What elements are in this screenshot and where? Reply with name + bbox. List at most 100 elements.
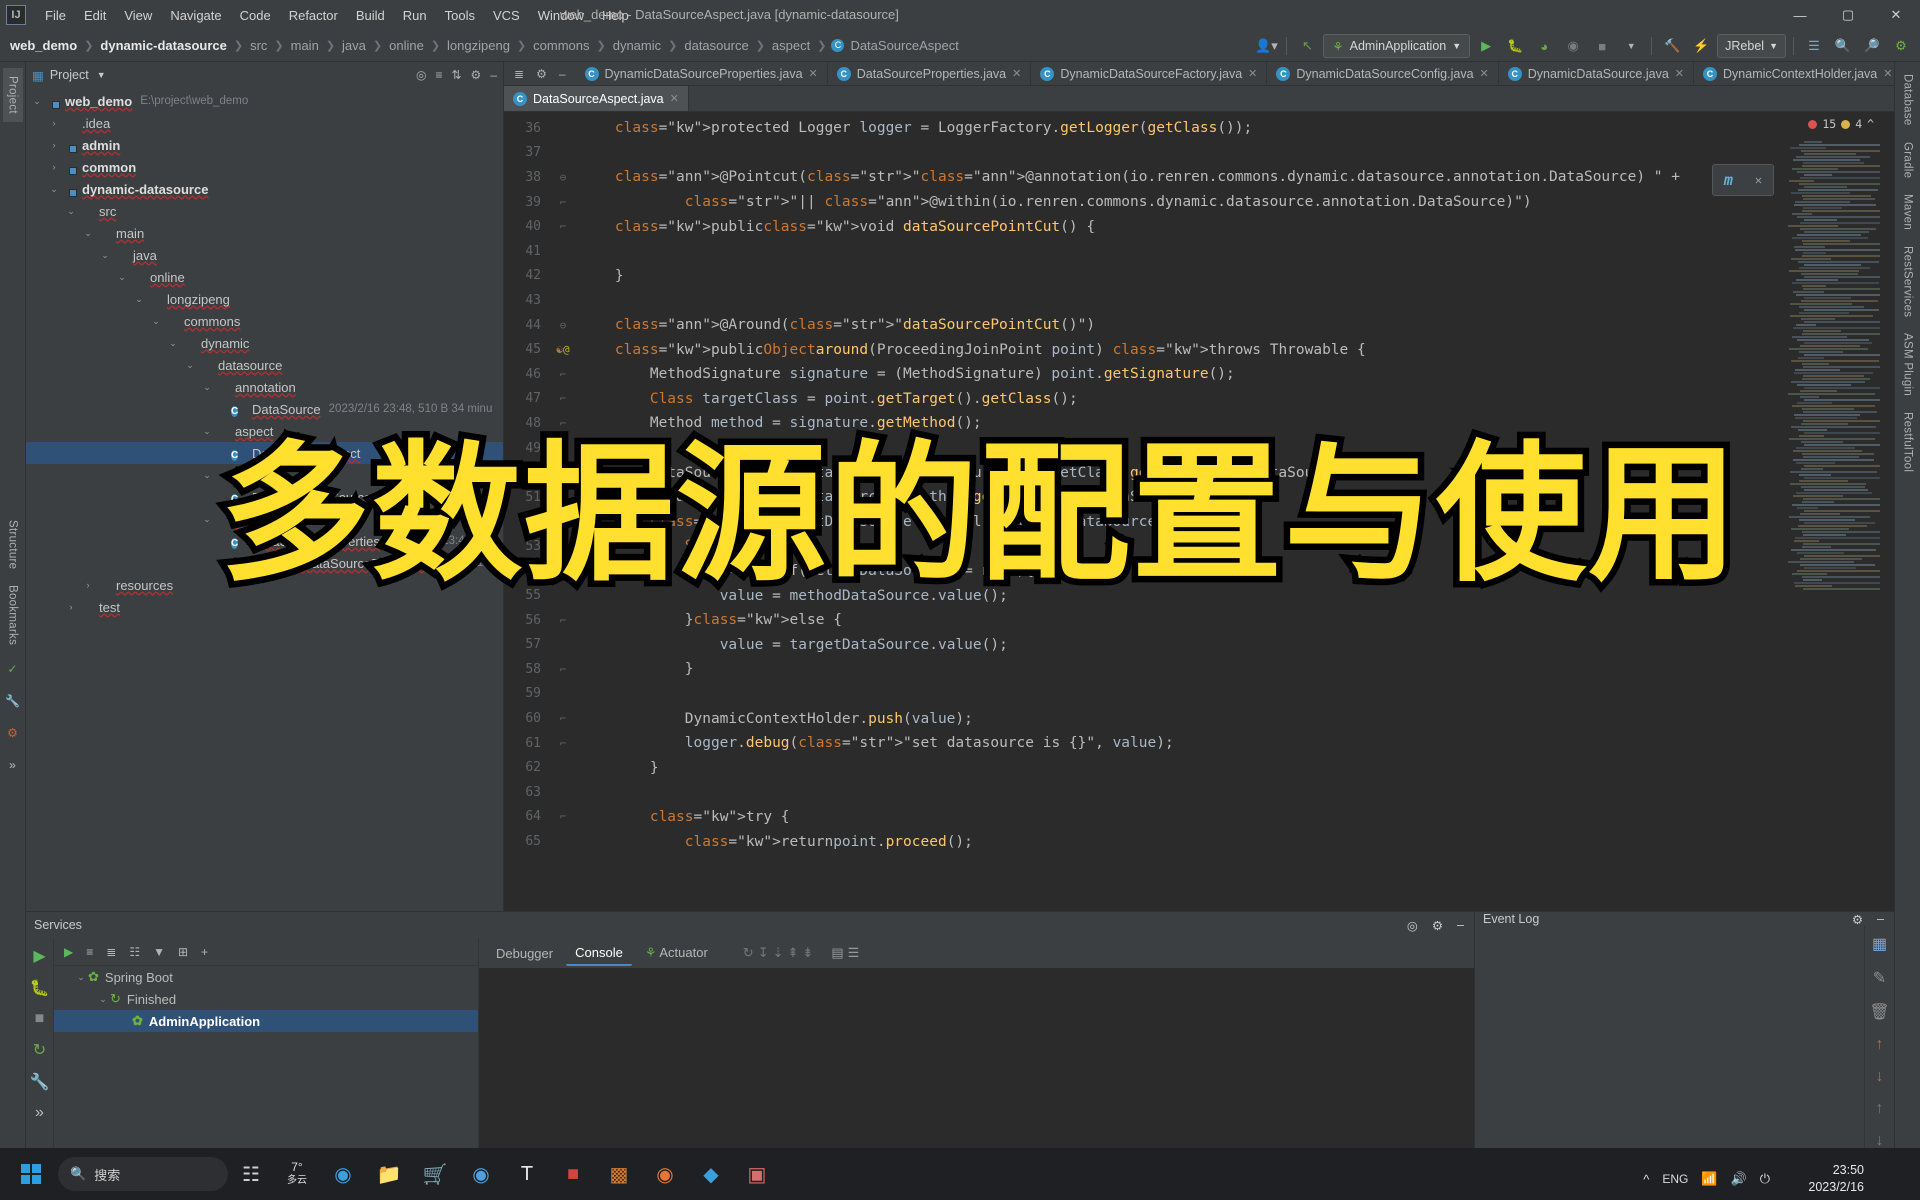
- gutter-marker[interactable]: ⌐: [550, 220, 576, 233]
- more-run-icon[interactable]: ▼: [1618, 34, 1644, 58]
- chevron-down-icon[interactable]: ⌄: [98, 250, 112, 261]
- store-icon[interactable]: 🛒: [412, 1152, 458, 1196]
- code-line-41[interactable]: 41: [504, 239, 1894, 264]
- sidebar-item-database[interactable]: Database: [1898, 66, 1918, 134]
- locate-icon[interactable]: ◎: [416, 68, 426, 82]
- explorer-icon[interactable]: 📁: [366, 1152, 412, 1196]
- menu-item-tools[interactable]: Tools: [436, 5, 484, 26]
- jrebel-icon[interactable]: 🔧: [30, 1072, 50, 1092]
- close-icon[interactable]: ✕: [1248, 67, 1257, 80]
- code-line-36[interactable]: 36 class="kw">protected Logger logger = …: [504, 116, 1894, 141]
- code-line-43[interactable]: 43: [504, 288, 1894, 313]
- breadcrumb-item-current[interactable]: DataSourceAspect: [848, 38, 960, 53]
- sidebar-item-maven[interactable]: Maven: [1898, 186, 1918, 238]
- group-icon[interactable]: ☷: [129, 945, 140, 959]
- show-hidden-icon[interactable]: ^: [1643, 1172, 1649, 1187]
- code-line-38[interactable]: 38 ⊖ class="ann">@Pointcut(class ="str">" c…: [504, 165, 1894, 190]
- stop-icon[interactable]: ■: [35, 1010, 45, 1028]
- up2-icon[interactable]: ↑: [1876, 1100, 1884, 1118]
- close-icon[interactable]: ✕: [1883, 67, 1892, 80]
- tree-item-java[interactable]: ⌄ java: [26, 244, 503, 266]
- code-line-37[interactable]: 37: [504, 141, 1894, 166]
- gutter-marker[interactable]: ⊖: [550, 171, 576, 184]
- hide-icon[interactable]: –: [490, 68, 497, 82]
- editor-tab-0[interactable]: C DynamicDataSourceProperties.java ✕: [576, 62, 828, 85]
- gutter-marker[interactable]: ⊖: [550, 319, 576, 332]
- hide-icon[interactable]: –: [559, 67, 566, 81]
- tabnine-popup[interactable]: m ✕: [1712, 164, 1774, 196]
- menu-item-code[interactable]: Code: [231, 5, 280, 26]
- delete-icon[interactable]: 🗑: [1869, 1002, 1889, 1022]
- sidebar-item-restservices[interactable]: RestServices: [1898, 238, 1918, 325]
- menu-item-run[interactable]: Run: [394, 5, 436, 26]
- editor-tab-3[interactable]: C DynamicDataSourceConfig.java ✕: [1267, 62, 1499, 85]
- close-icon[interactable]: ✕: [1755, 173, 1762, 187]
- gutter-marker[interactable]: ☯@: [550, 343, 576, 356]
- chevron-down-icon[interactable]: ⌄: [96, 994, 110, 1005]
- start-icon[interactable]: [10, 1156, 52, 1192]
- chevron-down-icon[interactable]: ⌄: [132, 294, 146, 305]
- sidebar-item-gradle[interactable]: Gradle: [1898, 134, 1918, 186]
- close-icon[interactable]: ✕: [1480, 67, 1489, 80]
- services-tree[interactable]: ⌄ ✿ Spring Boot ⌄ ↻ Finished ✿ AdminApplication: [54, 966, 478, 1032]
- code-line-60[interactable]: 60 ⌐ DynamicContextHolder.push(value);: [504, 706, 1894, 731]
- close-icon[interactable]: ✕: [1675, 67, 1684, 80]
- tree-item-common[interactable]: › common: [26, 156, 503, 178]
- gutter-marker[interactable]: ⌐: [550, 392, 576, 405]
- chevron-down-icon[interactable]: ⌄: [166, 338, 180, 349]
- sidebar-item-structure[interactable]: Structure: [3, 512, 23, 577]
- gear-icon[interactable]: ⚙: [1852, 912, 1863, 927]
- network-icon[interactable]: 📶: [1701, 1171, 1717, 1187]
- menu-item-refactor[interactable]: Refactor: [280, 5, 347, 26]
- maximize-button[interactable]: ▢: [1824, 0, 1872, 30]
- editor-tab-4[interactable]: C DynamicDataSource.java ✕: [1499, 62, 1695, 85]
- breadcrumb-item-7[interactable]: commons: [531, 38, 591, 53]
- new-tab-icon[interactable]: ⊞: [178, 945, 188, 959]
- tree-item-dynamic[interactable]: ⌄ dynamic: [26, 332, 503, 354]
- chevron-up-icon[interactable]: ^: [1867, 117, 1874, 131]
- wps-icon[interactable]: ■: [550, 1152, 596, 1196]
- coverage-icon[interactable]: ◕: [1531, 34, 1557, 58]
- breadcrumb-item-4[interactable]: java: [340, 38, 368, 53]
- minimize-button[interactable]: —: [1776, 0, 1824, 30]
- gutter-marker[interactable]: ⌐: [550, 810, 576, 823]
- add-icon[interactable]: +: [201, 945, 208, 959]
- chevron-right-icon[interactable]: ›: [64, 602, 78, 612]
- firefox-icon[interactable]: ◉: [642, 1152, 688, 1196]
- vscode-icon[interactable]: ◆: [688, 1152, 734, 1196]
- filter-icon[interactable]: ▼: [153, 945, 165, 959]
- code-line-45[interactable]: 45 ☯@ class="kw">public Object around (Pro…: [504, 337, 1894, 362]
- menu-item-build[interactable]: Build: [347, 5, 394, 26]
- close-icon[interactable]: ✕: [670, 92, 679, 105]
- taskbar-search-input[interactable]: 🔍 搜索: [58, 1157, 228, 1191]
- jrebel-icon[interactable]: 🔧: [2, 690, 24, 712]
- menu-item-file[interactable]: File: [36, 5, 75, 26]
- tree-item-dynamic-datasource[interactable]: ⌄ dynamic-datasource: [26, 178, 503, 200]
- services-item-finished[interactable]: ⌄ ↻ Finished: [54, 988, 478, 1010]
- down-icon[interactable]: ⇟: [802, 945, 813, 961]
- lightning-icon[interactable]: ⚡: [1688, 34, 1714, 58]
- gear-icon[interactable]: ⚙: [1432, 918, 1443, 933]
- menu-item-view[interactable]: View: [115, 5, 161, 26]
- editor-tab-2[interactable]: C DynamicDataSourceFactory.java ✕: [1031, 62, 1268, 85]
- structure-icon[interactable]: ☰: [1801, 34, 1827, 58]
- breadcrumb-item-10[interactable]: aspect: [770, 38, 812, 53]
- gutter-marker[interactable]: ⌐: [550, 368, 576, 381]
- chevron-down-icon[interactable]: ⌄: [200, 426, 214, 437]
- edit-icon[interactable]: ✎: [1873, 968, 1886, 988]
- locate-icon[interactable]: ◎: [1407, 918, 1418, 933]
- battery-icon[interactable]: ⏻: [1760, 1171, 1770, 1187]
- chevron-right-icon[interactable]: ›: [47, 118, 61, 128]
- chevron-down-icon[interactable]: ▼: [97, 70, 106, 80]
- grid-icon[interactable]: ▦: [1872, 934, 1887, 954]
- chevron-down-icon[interactable]: ⌄: [64, 206, 78, 217]
- tree-item-longzipeng[interactable]: ⌄ longzipeng: [26, 288, 503, 310]
- gear-icon[interactable]: ⚙: [471, 68, 482, 82]
- code-line-65[interactable]: 65 class="kw">return point. proceed ();: [504, 829, 1894, 854]
- volume-icon[interactable]: 🔊: [1731, 1171, 1747, 1187]
- print-icon[interactable]: ▤: [831, 945, 843, 961]
- tree-item-datasource[interactable]: C DataSource 2023/2/16 23:48, 510 B 34 min…: [26, 398, 503, 420]
- gutter-marker[interactable]: ⌐: [550, 737, 576, 750]
- sidebar-item-project[interactable]: Project: [2, 68, 23, 122]
- code-line-47[interactable]: 47 ⌐ Class targetClass = point.getTarget(…: [504, 387, 1894, 412]
